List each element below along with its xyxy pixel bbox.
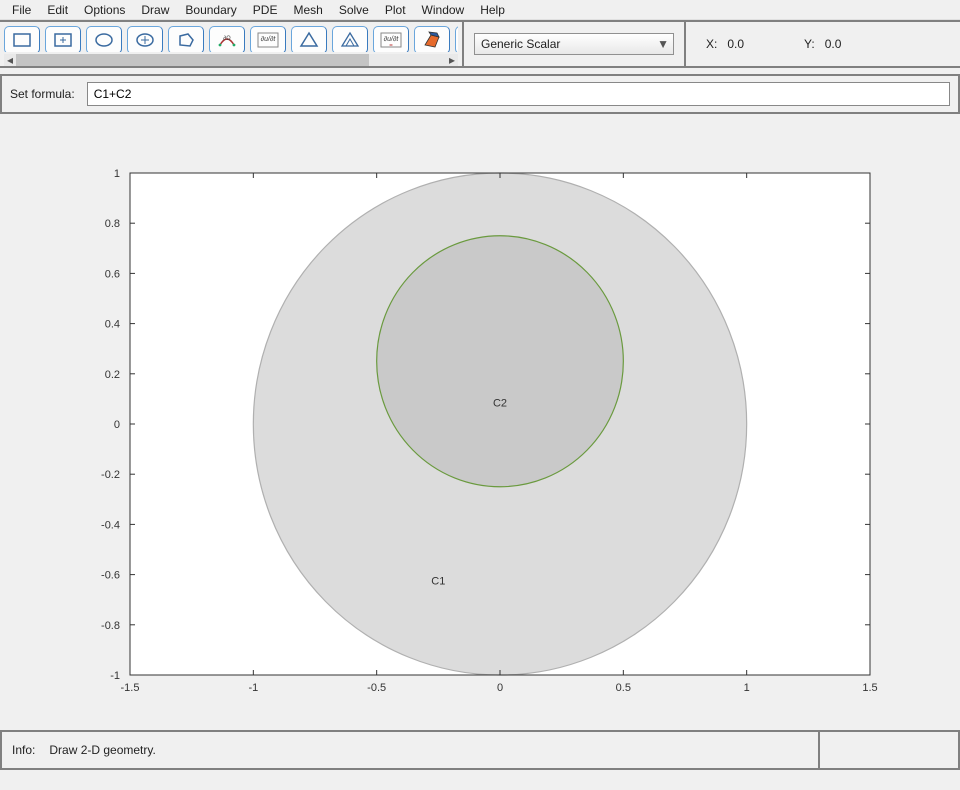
toolbar-icons: ∂Ω ∂u/∂t ∂u/∂t= (4, 26, 458, 52)
coord-y-label: Y: (804, 37, 815, 51)
plot-3d-icon[interactable] (414, 26, 450, 52)
mode-dropdown-label: Generic Scalar (481, 37, 560, 51)
solve-icon[interactable]: ∂u/∂t= (373, 26, 409, 52)
mesh-init-icon[interactable] (291, 26, 327, 52)
status-bar: Info: Draw 2-D geometry. (0, 730, 960, 770)
mode-dropdown-zone: Generic Scalar ▼ (464, 22, 684, 66)
svg-text:0.5: 0.5 (616, 682, 631, 694)
svg-text:-0.4: -0.4 (101, 519, 120, 531)
status-right-panel (820, 730, 960, 770)
ellipse-icon[interactable] (86, 26, 122, 52)
status-text: Draw 2-D geometry. (49, 743, 155, 757)
menu-bar: File Edit Options Draw Boundary PDE Mesh… (0, 0, 960, 20)
shape-label-C1: C1 (431, 576, 445, 588)
menu-file[interactable]: File (4, 0, 39, 20)
toolbar-icons-scroll: ∂Ω ∂u/∂t ∂u/∂t= ◂ (0, 22, 462, 66)
coord-x-value: 0.0 (727, 37, 744, 51)
toolbar-strip: ∂Ω ∂u/∂t ∂u/∂t= ◂ (0, 20, 960, 68)
menu-pde[interactable]: PDE (245, 0, 286, 20)
svg-text:0.6: 0.6 (105, 268, 120, 280)
svg-text:0: 0 (114, 419, 120, 431)
rectangle-center-icon[interactable] (45, 26, 81, 52)
mode-dropdown[interactable]: Generic Scalar ▼ (474, 33, 674, 55)
shape-label-C2: C2 (493, 397, 507, 409)
svg-text:-0.6: -0.6 (101, 570, 120, 582)
svg-text:-1: -1 (110, 670, 120, 682)
svg-text:∂Ω: ∂Ω (223, 35, 231, 42)
svg-text:=: = (389, 43, 393, 49)
menu-window[interactable]: Window (414, 0, 473, 20)
menu-help[interactable]: Help (472, 0, 513, 20)
svg-text:∂u/∂t: ∂u/∂t (384, 36, 400, 43)
coord-y-value: 0.0 (825, 37, 842, 51)
boundary-icon[interactable]: ∂Ω (209, 26, 245, 52)
scroll-left-icon[interactable]: ◂ (4, 54, 16, 66)
svg-text:0.4: 0.4 (105, 319, 120, 331)
scroll-right-icon[interactable]: ▸ (446, 54, 458, 66)
formula-label: Set formula: (10, 87, 75, 101)
menu-plot[interactable]: Plot (377, 0, 414, 20)
rectangle-icon[interactable] (4, 26, 40, 52)
svg-text:-1.5: -1.5 (121, 682, 140, 694)
menu-draw[interactable]: Draw (133, 0, 177, 20)
svg-text:-0.5: -0.5 (367, 682, 386, 694)
toolbar-scrollbar[interactable]: ◂ ▸ (4, 54, 458, 66)
svg-text:-1: -1 (248, 682, 258, 694)
chevron-down-icon: ▼ (657, 37, 669, 51)
svg-text:0.2: 0.2 (105, 369, 120, 381)
svg-text:-0.2: -0.2 (101, 469, 120, 481)
menu-mesh[interactable]: Mesh (285, 0, 330, 20)
svg-text:1: 1 (744, 682, 750, 694)
menu-boundary[interactable]: Boundary (177, 0, 244, 20)
svg-text:1.5: 1.5 (862, 682, 877, 694)
zoom-icon[interactable] (455, 26, 458, 52)
status-label: Info: (12, 743, 35, 757)
status-main: Info: Draw 2-D geometry. (0, 730, 820, 770)
svg-text:-0.8: -0.8 (101, 620, 120, 632)
scroll-track[interactable] (16, 54, 446, 66)
menu-solve[interactable]: Solve (331, 0, 377, 20)
svg-text:0.8: 0.8 (105, 218, 120, 230)
ellipse-center-icon[interactable] (127, 26, 163, 52)
polygon-icon[interactable] (168, 26, 204, 52)
menu-edit[interactable]: Edit (39, 0, 76, 20)
svg-text:1: 1 (114, 168, 120, 180)
pde-spec-icon[interactable]: ∂u/∂t (250, 26, 286, 52)
scroll-thumb[interactable] (16, 54, 369, 66)
coordinate-readout: X: 0.0 Y: 0.0 (686, 22, 960, 66)
svg-text:∂u/∂t: ∂u/∂t (261, 36, 277, 43)
formula-bar: Set formula: (0, 74, 960, 114)
menu-options[interactable]: Options (76, 0, 133, 20)
svg-text:0: 0 (497, 682, 503, 694)
formula-input[interactable] (87, 82, 950, 106)
coord-x-label: X: (706, 37, 717, 51)
plot-canvas[interactable]: C1C2-1.5-1-0.500.511.5-1-0.8-0.6-0.4-0.2… (0, 120, 960, 724)
mesh-refine-icon[interactable] (332, 26, 368, 52)
